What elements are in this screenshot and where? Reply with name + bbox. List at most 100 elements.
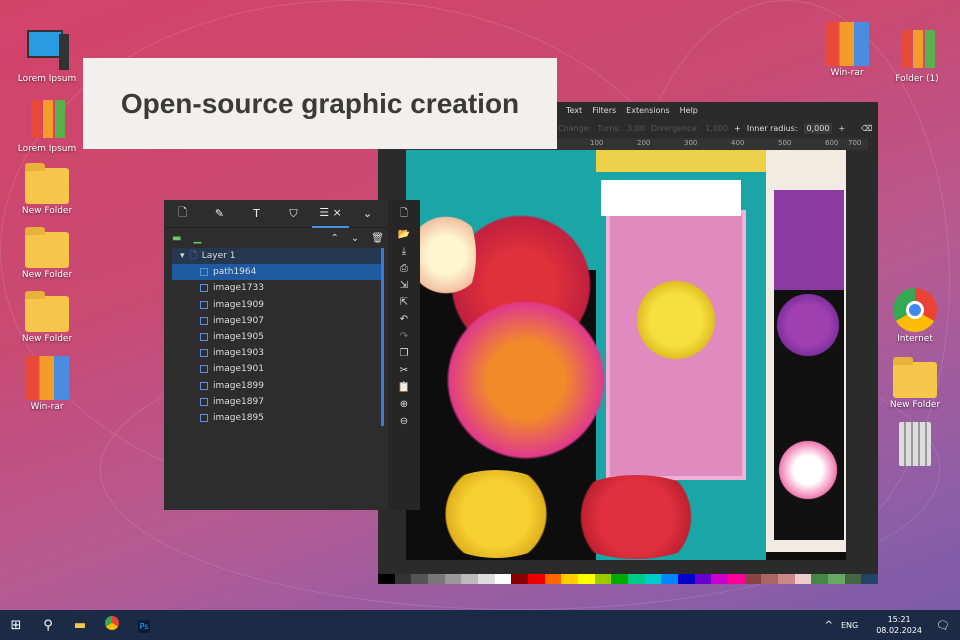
add-layer-icon[interactable]: ▬ <box>172 233 181 244</box>
move-down-icon[interactable]: ⌄ <box>351 233 359 244</box>
palette-swatch[interactable] <box>844 574 862 584</box>
chevron-down-icon[interactable]: ⌄ <box>349 207 386 220</box>
zoom-out-icon[interactable]: ⊖ <box>400 416 408 427</box>
palette-swatch[interactable] <box>728 574 745 584</box>
desktop-icon-winrar[interactable]: Win-rar <box>15 356 79 412</box>
menu-extensions[interactable]: Extensions <box>626 106 669 115</box>
object-row[interactable]: image1899 <box>172 377 384 394</box>
palette-swatch[interactable] <box>611 574 629 584</box>
desktop-icon-binders[interactable]: Lorem Ipsum <box>15 98 79 154</box>
expand-triangle-icon[interactable]: ▾ <box>180 251 185 261</box>
tray-chevron-up-icon[interactable]: ^ <box>825 620 833 631</box>
object-row[interactable]: image1905 <box>172 328 384 346</box>
desktop-icon-folder[interactable]: New Folder <box>15 226 79 280</box>
photoshop-icon[interactable]: Ps <box>128 618 160 633</box>
desktop-icon-computer[interactable]: Lorem Ipsum <box>15 28 79 84</box>
palette-swatch[interactable] <box>778 574 795 584</box>
document-icon[interactable]: 🗋 <box>164 204 201 223</box>
windows-start-icon[interactable]: ⊞ <box>0 618 32 633</box>
object-row[interactable]: image1895 <box>172 409 384 427</box>
palette-swatch[interactable] <box>628 574 645 584</box>
palette-swatch[interactable] <box>594 574 612 584</box>
palette-swatch[interactable] <box>494 574 512 584</box>
object-row[interactable]: image1909 <box>172 296 384 313</box>
palette-swatch[interactable] <box>561 574 579 584</box>
palette-swatch[interactable] <box>544 574 562 584</box>
layers-icon[interactable]: ☰ × <box>312 200 349 228</box>
reset-icon[interactable]: ⌫ <box>861 124 872 133</box>
plus-icon[interactable]: + <box>734 124 741 133</box>
desktop-icon-folder[interactable]: New Folder <box>15 290 79 344</box>
palette-swatch[interactable] <box>411 574 429 584</box>
palette-swatch[interactable] <box>744 574 762 584</box>
palette-swatch[interactable] <box>794 574 812 584</box>
palette-swatch[interactable] <box>511 574 529 584</box>
cut-icon[interactable]: ✂ <box>400 365 408 376</box>
palette-swatch[interactable] <box>661 574 679 584</box>
search-icon[interactable]: ⚲ <box>32 618 64 633</box>
palette-swatch[interactable] <box>478 574 495 584</box>
desktop-icon-winrar[interactable]: Win-rar <box>815 22 879 78</box>
palette-swatch[interactable] <box>644 574 662 584</box>
file-explorer-icon[interactable]: ▬ <box>64 618 96 633</box>
object-name: path1964 <box>213 267 257 278</box>
undo-icon[interactable]: ↶ <box>400 314 408 325</box>
desktop-icon-folder[interactable]: New Folder <box>15 162 79 216</box>
color-palette[interactable] <box>378 574 879 584</box>
shield-icon[interactable]: ⛉ <box>275 207 312 221</box>
print-icon[interactable]: ⎙ <box>400 263 408 274</box>
palette-swatch[interactable] <box>711 574 729 584</box>
object-row[interactable]: image1733 <box>172 280 384 297</box>
palette-swatch[interactable] <box>694 574 712 584</box>
palette-swatch[interactable] <box>828 574 845 584</box>
export-icon[interactable]: ⇱ <box>400 297 408 308</box>
object-row[interactable]: image1907 <box>172 312 384 329</box>
save-icon[interactable]: ⤓ <box>402 246 406 257</box>
menu-text[interactable]: Text <box>566 106 582 115</box>
add-sublayer-icon[interactable]: ▁ <box>193 233 201 244</box>
new-document-icon[interactable]: 🗋 <box>400 206 408 223</box>
palette-swatch[interactable] <box>578 574 595 584</box>
palette-swatch[interactable] <box>861 574 879 584</box>
paste-icon[interactable]: 📋 <box>398 382 410 393</box>
move-up-icon[interactable]: ⌃ <box>331 233 339 244</box>
desktop-icon-chrome[interactable]: Internet <box>883 288 947 344</box>
palette-swatch[interactable] <box>678 574 695 584</box>
palette-swatch[interactable] <box>444 574 462 584</box>
object-row[interactable]: path1964 <box>172 264 384 281</box>
language-indicator[interactable]: ENG <box>841 621 858 630</box>
object-row[interactable]: image1901 <box>172 361 384 378</box>
plus-icon[interactable]: + <box>838 124 845 133</box>
chrome-taskbar-icon[interactable] <box>96 616 128 634</box>
layer-row[interactable]: ▾ 🗋 Layer 1 <box>172 248 384 265</box>
desktop-icon-recycle-bin[interactable] <box>883 422 947 468</box>
object-row[interactable]: image1897 <box>172 393 384 410</box>
menu-help[interactable]: Help <box>680 106 698 115</box>
image-icon <box>200 413 208 422</box>
clock[interactable]: 15:21 08.02.2024 <box>876 614 922 636</box>
palette-swatch[interactable] <box>461 574 479 584</box>
text-icon[interactable]: T <box>238 207 275 220</box>
open-icon[interactable]: 📂 <box>398 229 410 240</box>
menu-filters[interactable]: Filters <box>592 106 616 115</box>
desktop-icon-folder[interactable]: New Folder <box>883 356 947 410</box>
import-icon[interactable]: ⇲ <box>400 280 408 291</box>
notifications-icon[interactable]: 🗨 <box>936 619 950 632</box>
desktop-icon-binders[interactable]: Folder (1) <box>885 28 949 84</box>
drawing-canvas[interactable] <box>406 150 846 560</box>
inner-radius-field[interactable]: 0,000 <box>803 122 833 134</box>
palette-swatch[interactable] <box>428 574 445 584</box>
pen-icon[interactable]: ✎ <box>201 207 238 220</box>
palette-swatch[interactable] <box>811 574 829 584</box>
zoom-in-icon[interactable]: ⊕ <box>400 399 408 410</box>
copy-icon[interactable]: ❐ <box>400 348 409 359</box>
divergence-field[interactable]: 1,000 <box>705 124 728 133</box>
palette-swatch[interactable] <box>378 574 395 584</box>
redo-icon[interactable]: ↷ <box>400 331 408 342</box>
turns-field[interactable]: 3,00 <box>627 124 645 133</box>
palette-swatch[interactable] <box>761 574 779 584</box>
trash-icon[interactable]: 🗑 <box>371 233 384 244</box>
object-row[interactable]: image1903 <box>172 345 384 362</box>
palette-swatch[interactable] <box>394 574 412 584</box>
palette-swatch[interactable] <box>528 574 545 584</box>
